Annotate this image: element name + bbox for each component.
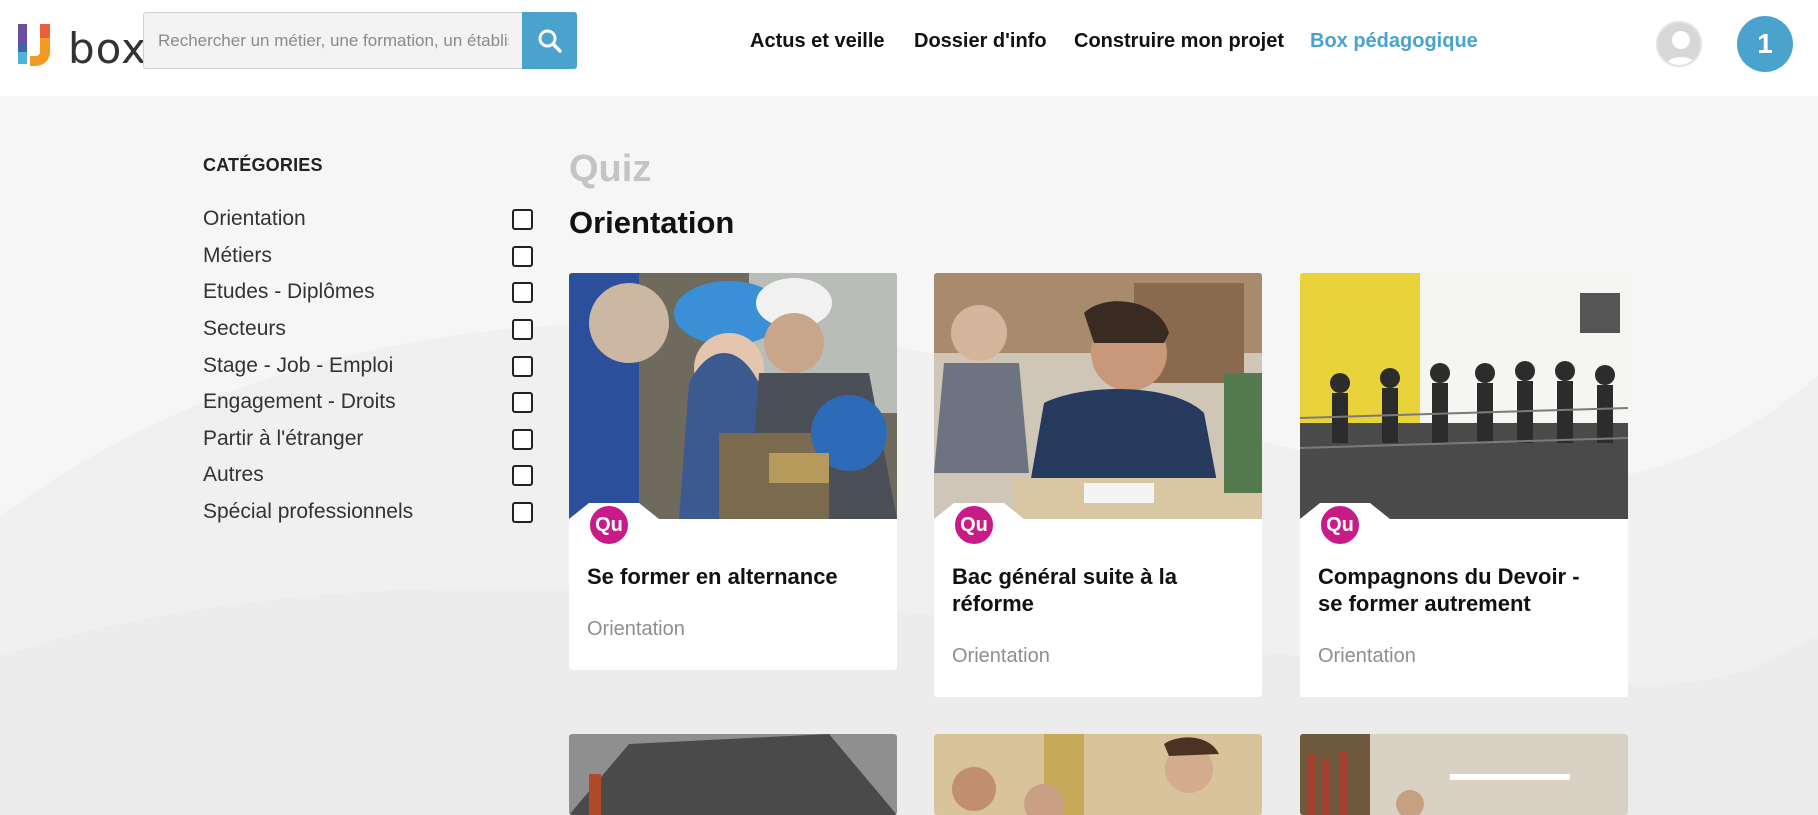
nav-box-pedagogique[interactable]: Box pédagogique bbox=[1310, 30, 1478, 53]
quiz-type-badge: Qu bbox=[1318, 503, 1362, 547]
quiz-type-badge: Qu bbox=[587, 503, 631, 547]
category-autres[interactable]: Autres bbox=[203, 461, 533, 489]
category-label: Stage - Job - Emploi bbox=[203, 354, 394, 377]
card-image bbox=[934, 273, 1262, 519]
category-label: Etudes - Diplômes bbox=[203, 280, 375, 303]
card-image bbox=[1300, 734, 1628, 815]
quiz-card-partial[interactable] bbox=[569, 734, 897, 815]
card-image bbox=[934, 734, 1262, 815]
card-category: Orientation bbox=[1318, 645, 1416, 667]
top-header: box Actus et veille Dossier d'info Const… bbox=[0, 0, 1818, 96]
quiz-card-partial[interactable] bbox=[934, 734, 1262, 815]
card-image bbox=[569, 273, 897, 519]
category-checkbox[interactable] bbox=[512, 391, 533, 413]
category-label: Spécial professionnels bbox=[203, 500, 414, 523]
category-special-professionnels[interactable]: Spécial professionnels bbox=[203, 498, 533, 526]
category-label: Partir à l'étranger bbox=[203, 427, 364, 450]
section-title: Orientation bbox=[569, 205, 735, 240]
card-image bbox=[569, 734, 897, 815]
card-title[interactable]: Compagnons du Devoir - se former autreme… bbox=[1318, 563, 1608, 617]
category-orientation[interactable]: Orientation bbox=[203, 205, 533, 233]
search-input[interactable] bbox=[143, 12, 523, 69]
card-image bbox=[1300, 273, 1628, 519]
nav-actus-et-veille[interactable]: Actus et veille bbox=[750, 30, 885, 53]
category-stage-job-emploi[interactable]: Stage - Job - Emploi bbox=[203, 352, 533, 380]
category-partir-etranger[interactable]: Partir à l'étranger bbox=[203, 425, 533, 453]
category-metiers[interactable]: Métiers bbox=[203, 242, 533, 270]
card-title[interactable]: Bac général suite à la réforme bbox=[952, 563, 1242, 617]
quiz-type-badge: Qu bbox=[952, 503, 996, 547]
category-checkbox[interactable] bbox=[512, 208, 533, 230]
category-checkbox[interactable] bbox=[512, 318, 533, 340]
content-type-label: Quiz bbox=[569, 148, 652, 190]
category-label: Métiers bbox=[203, 244, 272, 267]
card-title[interactable]: Se former en alternance bbox=[587, 563, 877, 590]
card-category: Orientation bbox=[952, 645, 1050, 667]
category-checkbox[interactable] bbox=[512, 245, 533, 267]
category-label: Engagement - Droits bbox=[203, 390, 396, 413]
category-checkbox[interactable] bbox=[512, 464, 533, 486]
logo-text: box bbox=[68, 24, 147, 73]
nav-construire-mon-projet[interactable]: Construire mon projet bbox=[1074, 30, 1284, 53]
card-category: Orientation bbox=[587, 618, 685, 640]
category-checkbox[interactable] bbox=[512, 501, 533, 523]
category-checkbox[interactable] bbox=[512, 355, 533, 377]
category-label: Secteurs bbox=[203, 317, 286, 340]
category-checkbox[interactable] bbox=[512, 281, 533, 303]
category-etudes-diplomes[interactable]: Etudes - Diplômes bbox=[203, 278, 533, 306]
quiz-card[interactable]: Qu Se former en alternance Orientation bbox=[569, 273, 897, 670]
user-avatar-icon[interactable] bbox=[1656, 21, 1702, 67]
search-button[interactable] bbox=[522, 12, 577, 69]
category-engagement-droits[interactable]: Engagement - Droits bbox=[203, 388, 533, 416]
quiz-card[interactable]: Qu Compagnons du Devoir - se former autr… bbox=[1300, 273, 1628, 697]
category-label: Autres bbox=[203, 463, 264, 486]
categories-title: CATÉGORIES bbox=[203, 155, 323, 175]
category-checkbox[interactable] bbox=[512, 428, 533, 450]
category-label: Orientation bbox=[203, 207, 306, 230]
notification-badge[interactable]: 1 bbox=[1737, 16, 1793, 72]
quiz-card-partial[interactable] bbox=[1300, 734, 1628, 815]
category-secteurs[interactable]: Secteurs bbox=[203, 315, 533, 343]
nav-dossier-info[interactable]: Dossier d'info bbox=[914, 30, 1047, 53]
quiz-card[interactable]: Qu Bac général suite à la réforme Orient… bbox=[934, 273, 1262, 697]
search-icon bbox=[538, 29, 562, 53]
search-bar bbox=[143, 12, 577, 69]
